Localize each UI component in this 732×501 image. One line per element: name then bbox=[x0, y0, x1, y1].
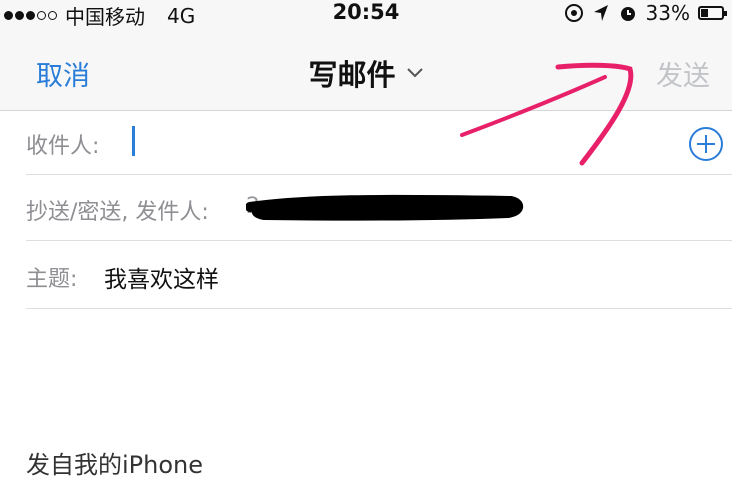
arrow-icon bbox=[593, 5, 608, 21]
cc-bcc-from-field[interactable]: 抄送/密送, 发件人: 2 bbox=[26, 175, 732, 241]
cc-bcc-from-label: 抄送/密送, 发件人: bbox=[26, 200, 209, 225]
redaction-scribble bbox=[246, 194, 524, 221]
subject-label: 主题: bbox=[26, 267, 78, 292]
page-title-text: 写邮件 bbox=[308, 58, 396, 92]
add-contact-icon[interactable] bbox=[688, 126, 724, 162]
chevron-down-icon bbox=[406, 68, 423, 78]
battery-percent: 33% bbox=[645, 1, 690, 25]
email-signature[interactable]: 发自我的iPhone bbox=[26, 445, 203, 480]
text-cursor bbox=[132, 126, 135, 156]
status-right: 33% bbox=[564, 1, 727, 25]
battery-fill bbox=[701, 9, 708, 17]
recipient-field[interactable]: 收件人: bbox=[26, 110, 732, 175]
subject-input[interactable]: 我喜欢这样 bbox=[104, 260, 219, 294]
subject-field[interactable]: 主题: 我喜欢这样 bbox=[26, 241, 732, 309]
status-bar: 中国移动 4G 20:54 33% bbox=[0, 0, 732, 29]
location-icon bbox=[564, 4, 583, 22]
recipient-label: 收件人: bbox=[26, 134, 100, 159]
battery-icon bbox=[698, 6, 727, 20]
alarm-icon bbox=[620, 7, 635, 21]
send-button[interactable]: 发送 bbox=[656, 54, 710, 93]
